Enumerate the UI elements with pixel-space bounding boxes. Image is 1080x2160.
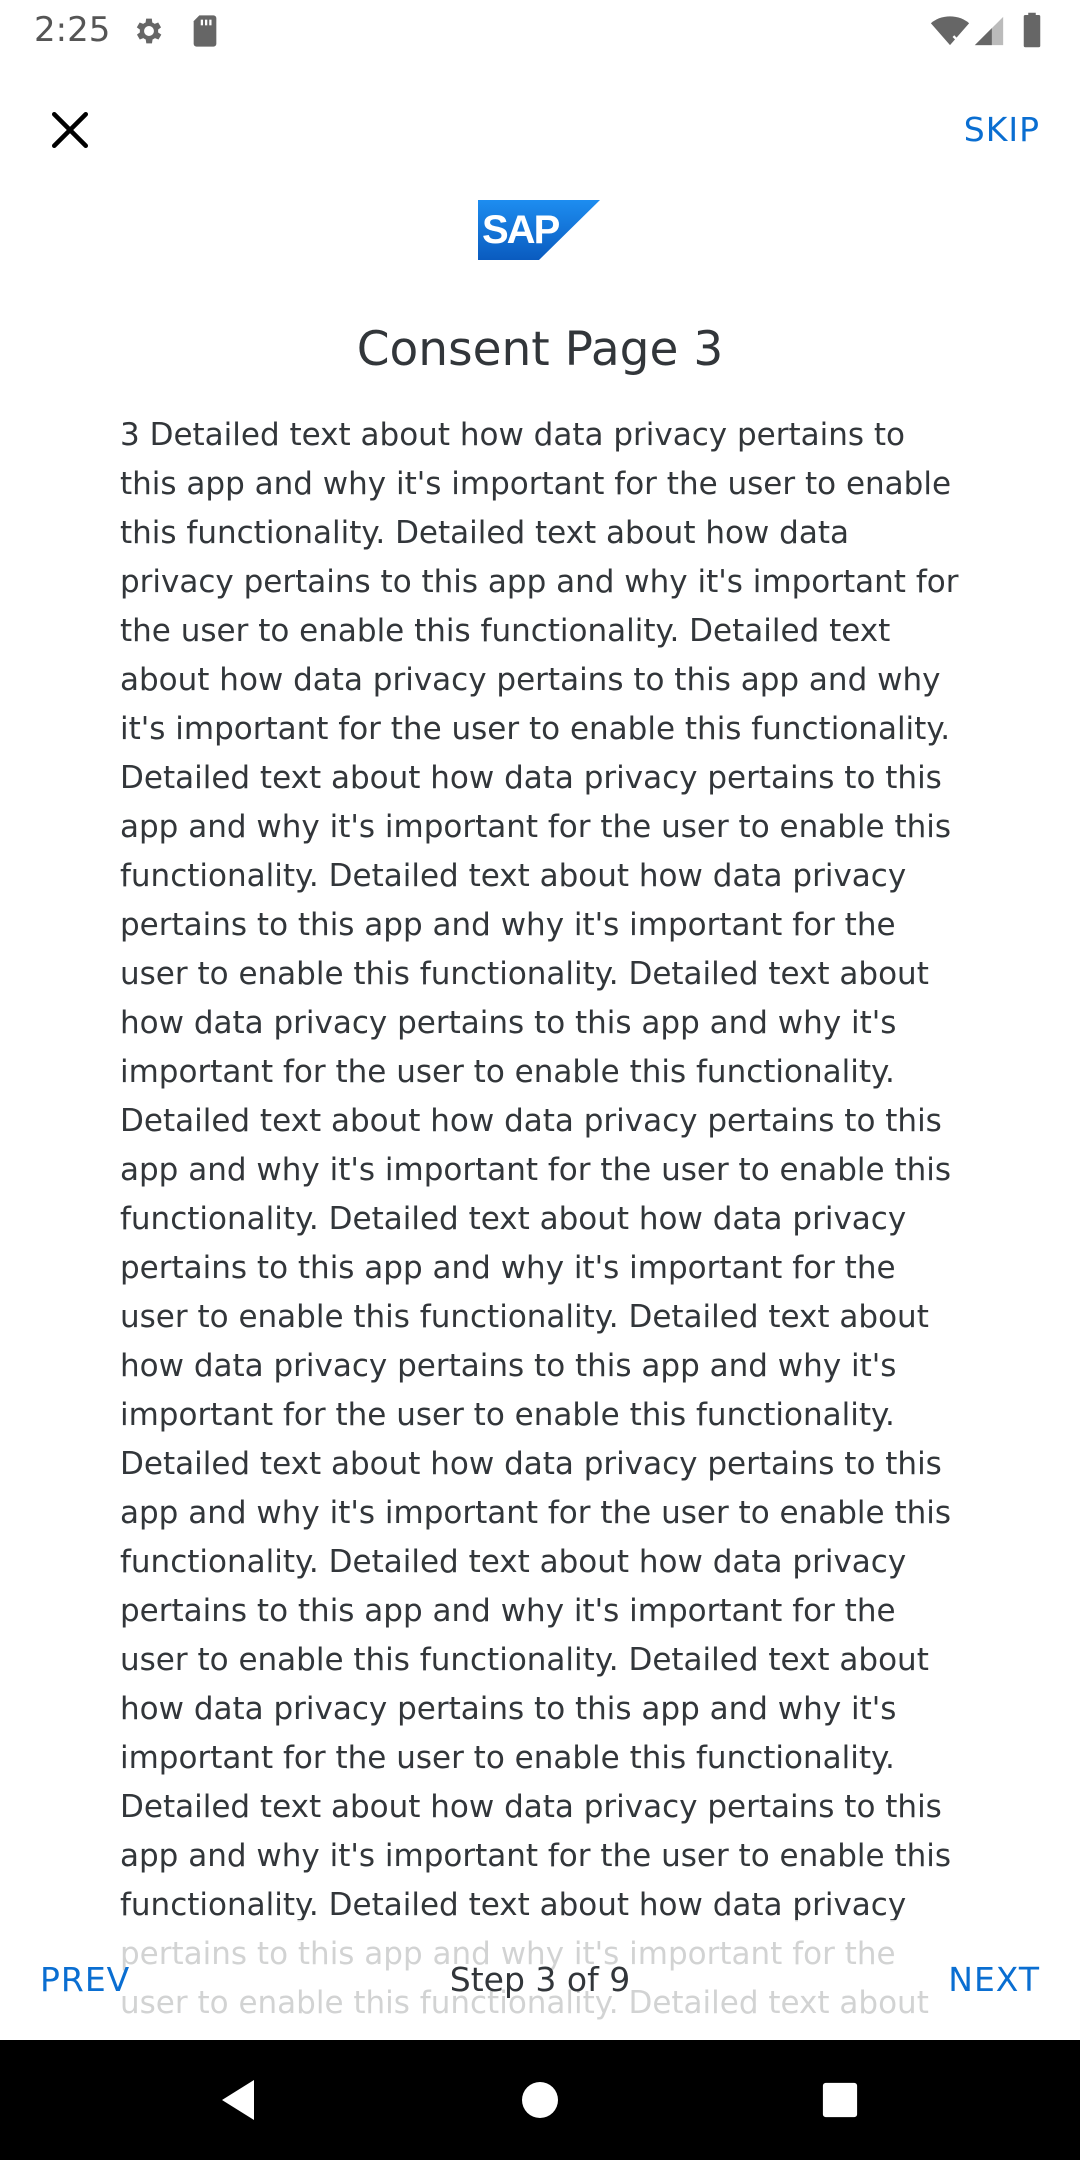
battery-icon [1022, 12, 1042, 52]
next-button[interactable]: NEXT [948, 1952, 1040, 2008]
wifi-no-internet-icon [930, 14, 970, 52]
consent-body-scroll[interactable]: 3 Detailed text about how data privacy p… [120, 411, 970, 2023]
sd-card-icon [190, 14, 220, 52]
close-icon [51, 111, 89, 149]
logo-text: SAP [482, 208, 560, 252]
status-time: 2:25 [34, 10, 111, 50]
close-button[interactable] [40, 100, 100, 160]
cellular-signal-icon [972, 14, 1006, 52]
prev-button[interactable]: PREV [40, 1952, 130, 2008]
recents-button[interactable] [810, 2070, 870, 2130]
recents-icon [822, 2082, 858, 2118]
consent-screen: 2:25 SKIP SAP Consent Page 3 3 Detailed … [0, 0, 1080, 2160]
system-nav-bar [0, 2040, 1080, 2160]
back-icon [222, 2080, 254, 2120]
status-bar: 2:25 [0, 0, 1080, 62]
back-button[interactable] [208, 2070, 268, 2130]
bottom-fade-overlay [0, 1920, 1080, 2042]
page-title: Consent Page 3 [356, 322, 724, 377]
sap-logo: SAP [478, 200, 600, 260]
settings-icon [132, 14, 166, 52]
home-button[interactable] [510, 2070, 570, 2130]
consent-body-text: 3 Detailed text about how data privacy p… [120, 417, 959, 2021]
skip-button[interactable]: SKIP [964, 104, 1040, 156]
home-icon [522, 2082, 558, 2118]
